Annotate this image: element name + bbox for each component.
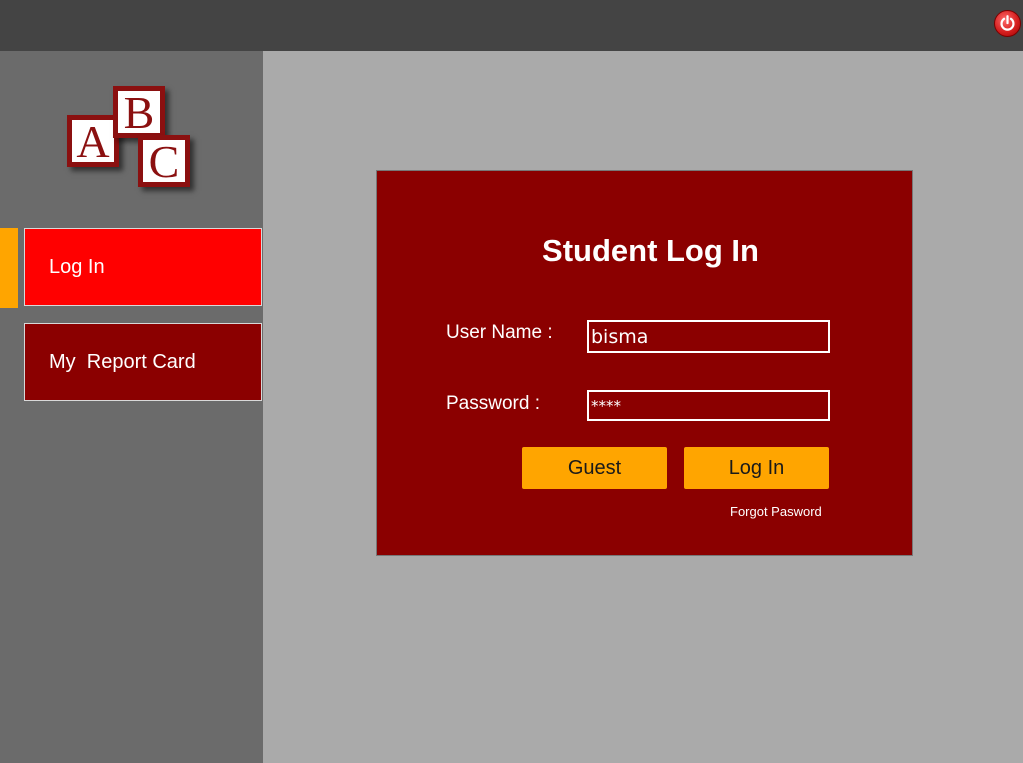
- logo-block-b: B: [113, 86, 165, 138]
- sidebar-item-label: My Report Card: [49, 350, 196, 373]
- active-nav-indicator: [0, 228, 18, 308]
- logo-block-c: C: [138, 135, 190, 187]
- sidebar-item-log-in[interactable]: Log In: [24, 228, 262, 306]
- log-in-button[interactable]: Log In: [684, 447, 829, 489]
- password-field[interactable]: [587, 390, 830, 421]
- password-label: Password :: [446, 393, 540, 414]
- page-title: Student Log In: [542, 233, 759, 268]
- login-panel: Student Log In User Name : Password : Gu…: [376, 170, 913, 556]
- logo-block-a: A: [67, 115, 119, 167]
- username-field[interactable]: [587, 320, 830, 353]
- power-icon: [1000, 15, 1015, 31]
- logo-letter-a: A: [76, 116, 110, 167]
- abc-logo: A B C: [62, 80, 212, 205]
- username-label: User Name :: [446, 322, 553, 343]
- sidebar-item-label: Log In: [49, 255, 105, 278]
- logo-letter-c: C: [148, 136, 180, 187]
- power-button[interactable]: [994, 10, 1021, 37]
- top-bar: [0, 0, 1023, 51]
- forgot-password-link[interactable]: Forgot Pasword: [730, 504, 822, 519]
- logo-letter-b: B: [123, 87, 155, 138]
- sidebar-item-report-card[interactable]: My Report Card: [24, 323, 262, 401]
- guest-button[interactable]: Guest: [522, 447, 667, 489]
